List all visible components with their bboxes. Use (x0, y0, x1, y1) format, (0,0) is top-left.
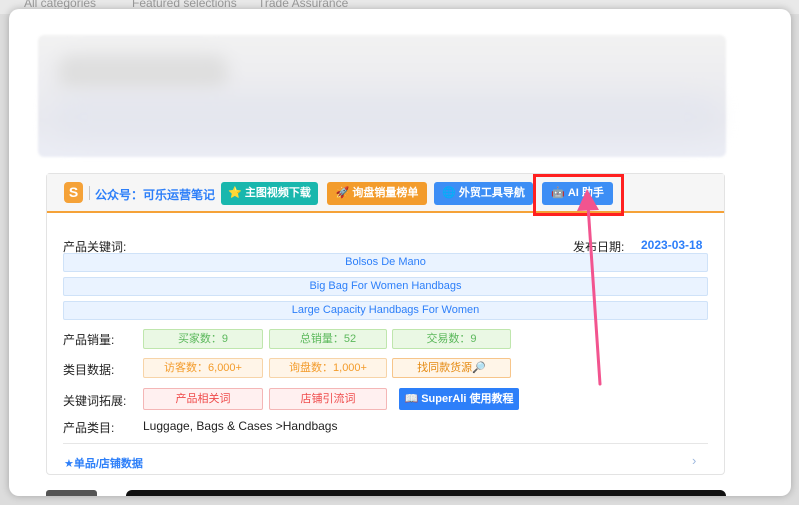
buyers-count-badge: 买家数：9 (143, 329, 263, 349)
visitors-badge: 访客数：6,000+ (143, 358, 263, 378)
keyword-tag[interactable]: Large Capacity Handbags For Women (63, 301, 708, 320)
globe-icon: 🌐 (442, 187, 456, 199)
keyword-tag[interactable]: Bolsos De Mano (63, 253, 708, 272)
superali-tutorial-button[interactable]: 📖 SuperAli 使用教程 (399, 388, 519, 410)
total-sales-badge: 总销量：52 (269, 329, 387, 349)
chevron-right-icon[interactable]: › (692, 453, 696, 468)
keyword-tag[interactable]: Big Bag For Women Handbags (63, 277, 708, 296)
inquiry-sales-ranking-button[interactable]: 🚀 询盘销量榜单 (327, 182, 427, 205)
toolbar-divider (89, 186, 90, 200)
bottom-dark-bar (126, 490, 726, 496)
inquiries-badge: 询盘数：1,000+ (269, 358, 387, 378)
shop-data-link[interactable]: ★单品/店铺数据 (64, 455, 143, 471)
find-same-source-button[interactable]: 找同款货源🔎 (392, 358, 511, 378)
account-label: 公众号：可乐运营笔记 (95, 188, 216, 202)
star-icon: ⭐ (228, 187, 242, 199)
transactions-badge: 交易数：9 (392, 329, 511, 349)
category-label: 产品类目: (63, 421, 115, 435)
browser-window: S 公众号：可乐运营笔记 ⭐ 主图视频下载 🚀 询盘销量榜单 🌐 外贸工具导航 🤖 AI… (9, 9, 791, 496)
highlight-box (533, 174, 624, 216)
category-value: Luggage, Bags & Cases >Handbags (143, 419, 338, 433)
release-date-value: 2023-03-18 (641, 238, 703, 252)
blurred-banner (38, 35, 726, 157)
superali-logo-icon: S (64, 182, 83, 203)
section-divider (63, 443, 708, 444)
related-keywords-button[interactable]: 产品相关词 (143, 388, 263, 410)
sales-label: 产品销量: (63, 333, 115, 347)
trade-tools-nav-button[interactable]: 🌐 外贸工具导航 (434, 182, 533, 205)
keyword-extension-label: 关键词拓展: (63, 394, 127, 408)
superali-panel: S 公众号：可乐运营笔记 ⭐ 主图视频下载 🚀 询盘销量榜单 🌐 外贸工具导航 🤖 AI… (46, 173, 725, 475)
plugin-toolbar: S 公众号：可乐运营笔记 ⭐ 主图视频下载 🚀 询盘销量榜单 🌐 外贸工具导航 🤖 AI… (47, 174, 724, 216)
category-data-label: 类目数据: (63, 363, 115, 377)
shop-traffic-keywords-button[interactable]: 店铺引流词 (269, 388, 387, 410)
bottom-thumbnail (46, 490, 97, 496)
rocket-icon: 🚀 (335, 187, 350, 199)
main-video-download-button[interactable]: ⭐ 主图视频下载 (221, 182, 318, 205)
